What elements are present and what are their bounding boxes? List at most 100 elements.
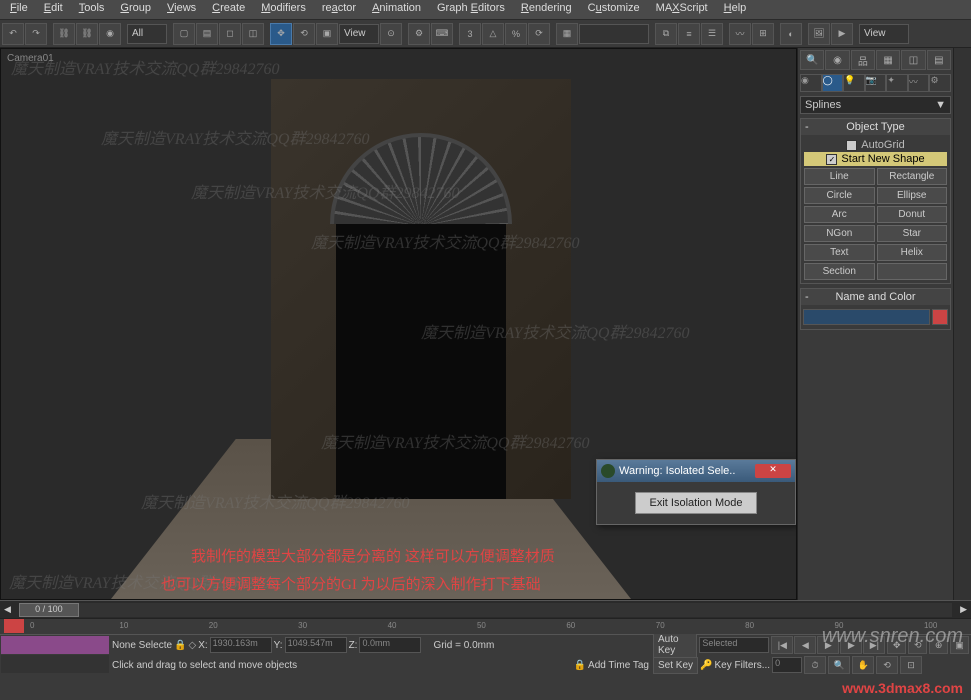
dialog-titlebar[interactable]: Warning: Isolated Sele.. ✕: [597, 460, 795, 482]
named-sel-dropdown[interactable]: [579, 24, 649, 44]
keyfilters-button[interactable]: Key Filters...: [714, 660, 770, 671]
object-name-field[interactable]: [803, 309, 930, 325]
spinner-snap-button[interactable]: ⟳: [528, 23, 550, 45]
named-sel-button[interactable]: ▦: [556, 23, 578, 45]
cmd-icon[interactable]: 🔍: [800, 50, 824, 70]
donut-button[interactable]: Donut: [877, 206, 948, 223]
schematic-button[interactable]: ⊞: [752, 23, 774, 45]
scale-button[interactable]: ▣: [316, 23, 338, 45]
menu-reactor[interactable]: reactor: [316, 0, 362, 19]
exit-isolation-button[interactable]: Exit Isolation Mode: [635, 492, 758, 514]
window-crossing-button[interactable]: ◫: [242, 23, 264, 45]
y-field[interactable]: 1049.547m: [285, 637, 347, 653]
selection-filter[interactable]: All: [127, 24, 167, 44]
circle-button[interactable]: Circle: [804, 187, 875, 204]
helix-button[interactable]: Helix: [877, 244, 948, 261]
lock-small-icon[interactable]: 🔒: [574, 660, 586, 671]
menu-group[interactable]: Group: [114, 0, 157, 19]
frame-field[interactable]: 0: [772, 657, 802, 673]
link-button[interactable]: ⛓: [53, 23, 75, 45]
maxscript-listener[interactable]: [1, 655, 109, 673]
cmd-icon[interactable]: ◉: [825, 50, 849, 70]
time-config-button[interactable]: ⏱: [804, 656, 826, 674]
prev-frame-button[interactable]: ◀: [794, 636, 816, 654]
abs-icon[interactable]: ◇: [189, 640, 197, 651]
side-scrollbar[interactable]: [953, 48, 971, 600]
material-button[interactable]: ◐: [780, 23, 802, 45]
setkey-button[interactable]: Set Key: [653, 657, 698, 674]
nav-icon[interactable]: ⟲: [876, 656, 898, 674]
menu-help[interactable]: Help: [718, 0, 753, 19]
addtag-button[interactable]: Add Time Tag: [588, 660, 649, 671]
angle-snap-button[interactable]: △: [482, 23, 504, 45]
cmd-icon[interactable]: ▦: [876, 50, 900, 70]
select-name-button[interactable]: ▤: [196, 23, 218, 45]
star-button[interactable]: Star: [877, 225, 948, 242]
redo-button[interactable]: ↷: [25, 23, 47, 45]
nav-icon[interactable]: 🔍: [828, 656, 850, 674]
close-icon[interactable]: ✕: [755, 464, 791, 478]
create-lights-tab[interactable]: 💡: [843, 74, 865, 92]
create-cameras-tab[interactable]: 📷: [865, 74, 887, 92]
startnewshape-checkbox[interactable]: ✓Start New Shape: [804, 152, 947, 166]
lock-icon[interactable]: 🔒: [174, 640, 186, 651]
ellipse-button[interactable]: Ellipse: [877, 187, 948, 204]
rollout-header[interactable]: -Name and Color: [801, 289, 950, 305]
category-dropdown[interactable]: Splines▼: [800, 96, 951, 114]
key-indicator[interactable]: [4, 619, 24, 633]
render-scene-button[interactable]: 🖼: [808, 23, 830, 45]
snap-button[interactable]: 3: [459, 23, 481, 45]
percent-snap-button[interactable]: %: [505, 23, 527, 45]
select-button[interactable]: ▢: [173, 23, 195, 45]
move-button[interactable]: ✥: [270, 23, 292, 45]
nav-icon[interactable]: ✋: [852, 656, 874, 674]
color-swatch[interactable]: [932, 309, 948, 325]
autogrid-checkbox[interactable]: AutoGrid: [804, 138, 947, 152]
pivot-button[interactable]: ⊙: [380, 23, 402, 45]
time-slider[interactable]: ◀ 0 / 100 ▶: [0, 600, 971, 618]
create-spacewarps-tab[interactable]: 〰: [908, 74, 930, 92]
create-shapes-tab[interactable]: ◯: [822, 74, 844, 92]
undo-button[interactable]: ↶: [2, 23, 24, 45]
keymode-dropdown[interactable]: Selected: [699, 637, 769, 653]
rotate-button[interactable]: ⟲: [293, 23, 315, 45]
bind-button[interactable]: ◉: [99, 23, 121, 45]
rectangle-button[interactable]: Rectangle: [877, 168, 948, 185]
render-button[interactable]: ▶: [831, 23, 853, 45]
z-field[interactable]: 0.0mm: [359, 637, 421, 653]
menu-customize[interactable]: Customize: [582, 0, 646, 19]
manipulate-button[interactable]: ⚙: [408, 23, 430, 45]
key-icon[interactable]: 🔑: [700, 660, 712, 671]
time-thumb[interactable]: 0 / 100: [19, 603, 79, 617]
viewport[interactable]: Camera01 魔天制造VRAY技术交流QQ群29842760 魔天制造VRA…: [0, 48, 797, 600]
curve-editor-button[interactable]: 〰: [729, 23, 751, 45]
cmd-icon[interactable]: ◫: [901, 50, 925, 70]
section-button[interactable]: Section: [804, 263, 875, 280]
keymode-button[interactable]: ⌨: [431, 23, 453, 45]
menu-rendering[interactable]: Rendering: [515, 0, 578, 19]
layers-button[interactable]: ☰: [701, 23, 723, 45]
menu-tools[interactable]: Tools: [73, 0, 111, 19]
cmd-icon[interactable]: 品: [851, 50, 875, 70]
goto-start-button[interactable]: |◀: [771, 636, 793, 654]
create-helpers-tab[interactable]: ✦: [886, 74, 908, 92]
text-button[interactable]: Text: [804, 244, 875, 261]
menu-grapheditors[interactable]: Graph Editors: [431, 0, 511, 19]
x-field[interactable]: 1930.163m: [210, 637, 272, 653]
ngon-button[interactable]: NGon: [804, 225, 875, 242]
selection-lock[interactable]: [1, 636, 109, 654]
menu-create[interactable]: Create: [206, 0, 251, 19]
arc-button[interactable]: Arc: [804, 206, 875, 223]
menu-modifiers[interactable]: Modifiers: [255, 0, 312, 19]
menu-edit[interactable]: Edit: [38, 0, 69, 19]
line-button[interactable]: Line: [804, 168, 875, 185]
nav-icon[interactable]: ⊡: [900, 656, 922, 674]
create-systems-tab[interactable]: ⚙: [929, 74, 951, 92]
select-region-button[interactable]: ◻: [219, 23, 241, 45]
mirror-button[interactable]: ⧉: [655, 23, 677, 45]
cmd-icon[interactable]: ▤: [927, 50, 951, 70]
menu-maxscript[interactable]: MAXScript: [650, 0, 714, 19]
menu-animation[interactable]: Animation: [366, 0, 427, 19]
unlink-button[interactable]: ⛓: [76, 23, 98, 45]
create-geometry-tab[interactable]: ◉: [800, 74, 822, 92]
